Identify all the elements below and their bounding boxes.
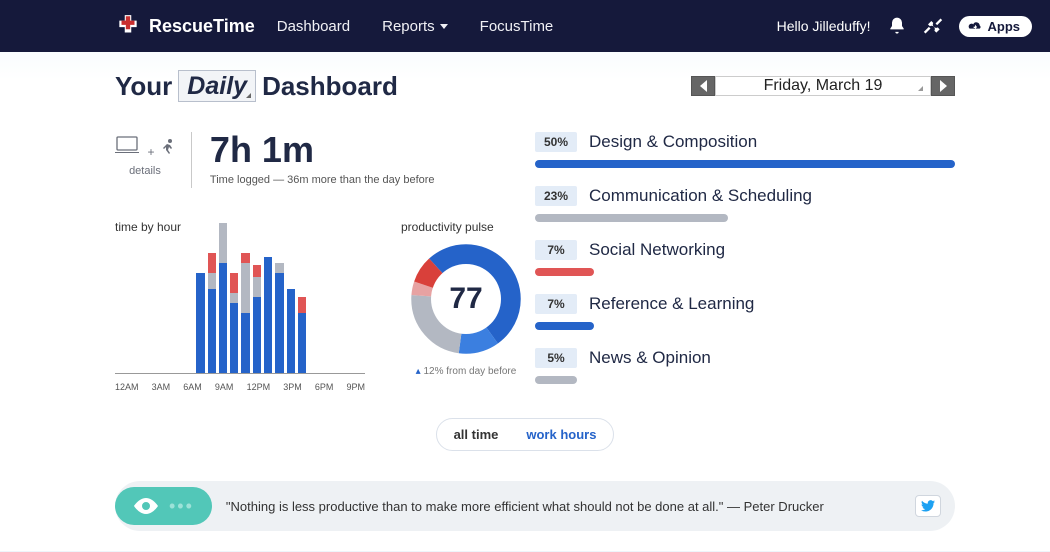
chevron-down-icon bbox=[440, 24, 448, 29]
rescuetime-icon bbox=[115, 13, 141, 39]
pulse-score: 77 bbox=[435, 268, 497, 330]
date-select[interactable]: Friday, March 19 bbox=[715, 76, 931, 96]
category-name: News & Opinion bbox=[589, 348, 711, 368]
eye-icon bbox=[133, 497, 159, 515]
nav-focustime[interactable]: FocusTime bbox=[480, 18, 554, 35]
pulse-label: productivity pulse bbox=[401, 220, 531, 234]
laptop-icon bbox=[115, 136, 143, 161]
brand-name: RescueTime bbox=[149, 16, 255, 37]
prev-day-button[interactable] bbox=[691, 76, 715, 96]
category-pct: 7% bbox=[535, 240, 577, 260]
title-prefix: Your bbox=[115, 71, 172, 102]
category-row[interactable]: 50% Design & Composition bbox=[535, 132, 955, 168]
category-name: Communication & Scheduling bbox=[589, 186, 812, 206]
quote-bar: ••• "Nothing is less productive than to … bbox=[115, 481, 955, 531]
details-link[interactable]: + details bbox=[115, 132, 192, 188]
hour-chart-label: time by hour bbox=[115, 220, 365, 234]
category-pct: 23% bbox=[535, 186, 577, 206]
brand-logo[interactable]: RescueTime bbox=[0, 13, 277, 39]
category-row[interactable]: 5% News & Opinion bbox=[535, 348, 955, 384]
nav-dashboard[interactable]: Dashboard bbox=[277, 18, 350, 35]
toggle-work-hours[interactable]: work hours bbox=[512, 422, 610, 447]
category-pct: 50% bbox=[535, 132, 577, 152]
toggle-all-time[interactable]: all time bbox=[440, 422, 513, 447]
tools-icon[interactable] bbox=[923, 16, 943, 36]
nav-reports[interactable]: Reports bbox=[382, 18, 448, 35]
category-row[interactable]: 7% Social Networking bbox=[535, 240, 955, 276]
hour-bar bbox=[208, 253, 216, 373]
hour-chart bbox=[115, 244, 365, 374]
triangle-icon bbox=[246, 93, 251, 98]
quote-text: "Nothing is less productive than to make… bbox=[226, 499, 915, 514]
hour-bar bbox=[219, 223, 227, 373]
apps-button[interactable]: Apps bbox=[959, 16, 1033, 37]
runner-icon bbox=[159, 143, 175, 160]
hour-bar bbox=[196, 273, 204, 373]
productivity-pulse-donut: 77 bbox=[411, 244, 521, 354]
category-name: Reference & Learning bbox=[589, 294, 754, 314]
up-arrow-icon: ▴ bbox=[416, 366, 421, 377]
hour-bar bbox=[241, 253, 249, 373]
category-pct: 7% bbox=[535, 294, 577, 314]
plus-icon: + bbox=[147, 145, 154, 159]
hour-bar bbox=[275, 263, 283, 373]
hour-chart-x-axis: 12AM3AM6AM9AM12PM3PM6PM9PM bbox=[115, 382, 365, 392]
time-logged-subtitle: Time logged — 36m more than the day befo… bbox=[210, 174, 435, 186]
category-name: Design & Composition bbox=[589, 132, 757, 152]
pulse-delta: ▴ 12% from day before bbox=[401, 366, 531, 377]
hour-bar bbox=[298, 297, 306, 373]
time-logged: 7h 1m bbox=[210, 132, 435, 168]
title-suffix: Dashboard bbox=[262, 71, 398, 102]
triangle-icon bbox=[918, 86, 923, 91]
hour-bar bbox=[287, 289, 295, 373]
category-row[interactable]: 23% Communication & Scheduling bbox=[535, 186, 955, 222]
category-pct: 5% bbox=[535, 348, 577, 368]
time-filter-toggle: all time work hours bbox=[436, 418, 615, 451]
scope-select[interactable]: Daily bbox=[178, 70, 256, 102]
category-row[interactable]: 7% Reference & Learning bbox=[535, 294, 955, 330]
category-list: 50% Design & Composition 23% Communication … bbox=[535, 132, 1050, 402]
category-name: Social Networking bbox=[589, 240, 725, 260]
greeting: Hello Jilleduffy! bbox=[777, 18, 871, 34]
hour-bar bbox=[264, 257, 272, 373]
hour-bar bbox=[253, 265, 261, 373]
twitter-icon bbox=[921, 500, 935, 512]
cloud-icon bbox=[967, 20, 983, 32]
next-day-button[interactable] bbox=[931, 76, 955, 96]
hour-bar bbox=[230, 273, 238, 373]
quote-eye-pill[interactable]: ••• bbox=[115, 487, 212, 525]
tweet-button[interactable] bbox=[915, 495, 941, 517]
bell-icon[interactable] bbox=[887, 16, 907, 36]
